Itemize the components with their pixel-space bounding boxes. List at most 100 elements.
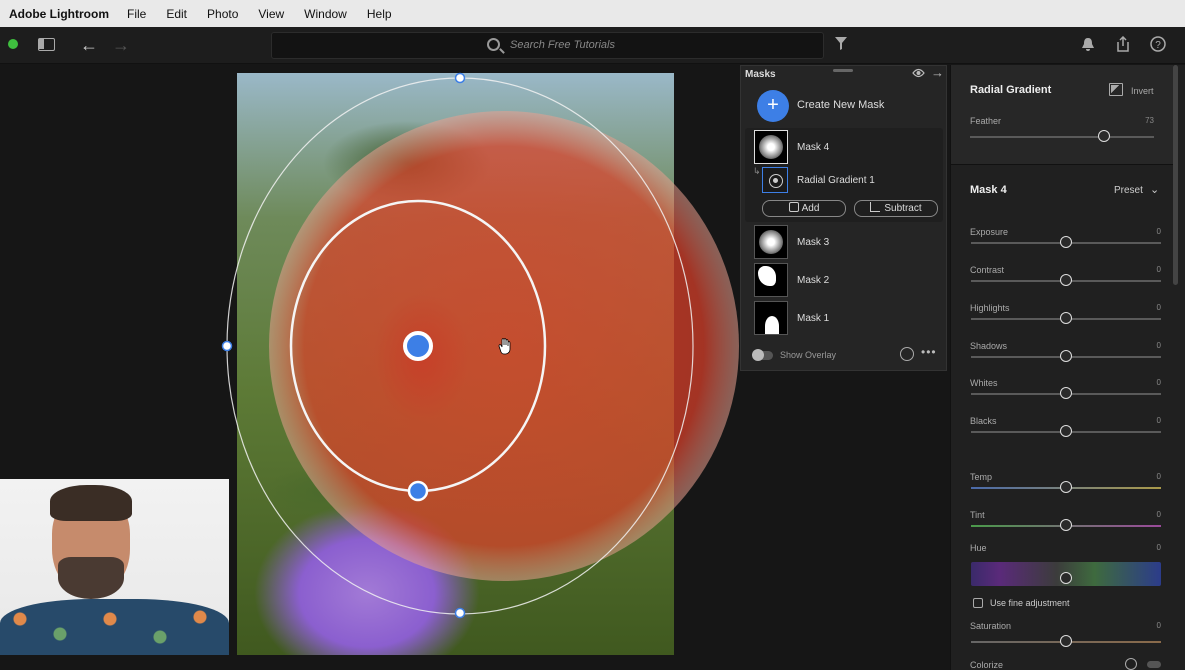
colorize-swatch-icon[interactable] [1125, 658, 1137, 670]
shadows-slider-thumb[interactable] [1060, 350, 1072, 362]
highlights-value[interactable]: 0 [1141, 303, 1161, 312]
hue-slider-thumb[interactable] [1060, 572, 1072, 584]
menu-photo[interactable]: Photo [207, 7, 238, 21]
colorize-label: Colorize [970, 660, 1004, 670]
tint-label: Tint [970, 510, 985, 520]
blacks-slider-thumb[interactable] [1060, 425, 1072, 437]
inner-handle-bottom[interactable] [407, 480, 429, 502]
highlights-slider-thumb[interactable] [1060, 312, 1072, 324]
menu-view[interactable]: View [258, 7, 284, 21]
handle-top[interactable] [454, 72, 466, 84]
temp-value[interactable]: 0 [1141, 472, 1161, 481]
contrast-value[interactable]: 0 [1141, 265, 1161, 274]
window-zoom-dot-icon[interactable] [8, 39, 18, 49]
subtract-button-label: Subtract [884, 203, 922, 214]
edit-panel: Radial Gradient Invert Feather 73 Mask 4… [950, 65, 1185, 670]
invert-checkbox-icon[interactable] [1109, 83, 1123, 96]
hue-label: Hue [970, 543, 987, 553]
nested-connector-icon: ↳ [753, 166, 761, 176]
tint-value[interactable]: 0 [1141, 510, 1161, 519]
radial-gradient-section: Radial Gradient Invert Feather 73 [951, 65, 1173, 165]
whites-label: Whites [970, 378, 998, 388]
more-options-icon[interactable]: ••• [921, 345, 937, 359]
panel-drag-handle[interactable] [833, 69, 853, 72]
saturation-value[interactable]: 0 [1141, 621, 1161, 630]
whites-slider-thumb[interactable] [1060, 387, 1072, 399]
mask-4-title: Mask 4 [970, 184, 1007, 196]
feather-track[interactable] [970, 136, 1154, 138]
webcam-hair [50, 485, 132, 521]
mask-2-label[interactable]: Mask 2 [797, 275, 829, 286]
invert-checkbox-mark [1111, 85, 1120, 93]
mask-3-thumbnail[interactable] [754, 225, 788, 259]
create-new-mask-button[interactable]: + [757, 90, 789, 122]
exposure-value[interactable]: 0 [1141, 227, 1161, 236]
close-panel-arrow-icon[interactable]: → [931, 65, 944, 80]
eye-icon[interactable] [912, 68, 925, 81]
blacks-value[interactable]: 0 [1141, 416, 1161, 425]
feather-value[interactable]: 73 [1134, 116, 1154, 125]
mask-1-thumbnail[interactable] [754, 301, 788, 335]
mask-3-thumbnail-blob [759, 230, 783, 254]
menu-help[interactable]: Help [367, 7, 392, 21]
invert-label[interactable]: Invert [1131, 86, 1154, 96]
saturation-label: Saturation [970, 621, 1012, 631]
blacks-label: Blacks [970, 416, 997, 426]
forward-arrow-icon[interactable]: → [112, 36, 130, 54]
colorize-toggle[interactable] [1147, 661, 1161, 668]
mask-4-thumbnail[interactable] [754, 130, 788, 164]
overlay-color-icon[interactable] [900, 347, 914, 361]
hue-value[interactable]: 0 [1141, 543, 1161, 552]
menu-bar: Adobe Lightroom File Edit Photo View Win… [0, 0, 1185, 27]
mask-1-thumbnail-shape [765, 316, 779, 334]
back-arrow-icon[interactable]: ← [80, 36, 98, 54]
preset-dropdown[interactable]: Preset [1114, 185, 1143, 196]
highlights-label: Highlights [970, 303, 1010, 313]
menu-edit[interactable]: Edit [166, 7, 187, 21]
masks-panel: Masks → + Create New Mask Mask 4 ↳ Radia… [740, 65, 947, 371]
fine-adjustment-checkbox[interactable] [973, 598, 983, 608]
share-icon[interactable] [1115, 35, 1131, 57]
plus-icon: + [767, 94, 779, 116]
fine-adjustment-label[interactable]: Use fine adjustment [990, 598, 1070, 608]
whites-value[interactable]: 0 [1141, 378, 1161, 387]
add-button[interactable]: Add [762, 200, 846, 217]
panel-icon[interactable] [38, 38, 55, 51]
chevron-down-icon[interactable]: ⌄ [1150, 183, 1159, 196]
subtract-button[interactable]: Subtract [854, 200, 938, 217]
shadows-value[interactable]: 0 [1141, 341, 1161, 350]
exposure-label: Exposure [970, 227, 1009, 237]
search-box[interactable] [271, 32, 824, 59]
bell-icon[interactable] [1081, 37, 1095, 57]
help-icon[interactable]: ? [1150, 36, 1166, 57]
panel-scrollbar[interactable] [1173, 65, 1178, 285]
radial-gradient-1-label[interactable]: Radial Gradient 1 [797, 175, 875, 186]
temp-label: Temp [970, 472, 993, 482]
show-overlay-toggle[interactable] [752, 349, 773, 361]
contrast-slider-thumb[interactable] [1060, 274, 1072, 286]
mask-3-label[interactable]: Mask 3 [797, 237, 829, 248]
tint-slider-thumb[interactable] [1060, 519, 1072, 531]
handle-left[interactable] [221, 340, 233, 352]
mask-2-thumbnail-shape [758, 266, 776, 286]
feather-slider-thumb[interactable] [1098, 130, 1111, 142]
menu-window[interactable]: Window [304, 7, 347, 21]
mask-4-label[interactable]: Mask 4 [797, 142, 829, 153]
mask-2-thumbnail[interactable] [754, 263, 788, 297]
saturation-slider-thumb[interactable] [1060, 635, 1072, 647]
search-input[interactable] [510, 39, 790, 51]
temp-slider-thumb[interactable] [1060, 481, 1072, 493]
create-new-mask-label[interactable]: Create New Mask [797, 99, 884, 111]
radial-gradient-title: Radial Gradient [970, 84, 1052, 96]
menu-file[interactable]: File [127, 7, 146, 21]
exposure-slider-thumb[interactable] [1060, 236, 1072, 248]
app-name: Adobe Lightroom [9, 6, 109, 21]
subtract-mask-icon [870, 202, 881, 212]
search-icon [487, 38, 500, 51]
handle-bottom[interactable] [454, 607, 466, 619]
webcam-beard [58, 557, 124, 599]
mask-1-label[interactable]: Mask 1 [797, 313, 829, 324]
center-pin[interactable] [403, 331, 433, 361]
radial-gradient-component-icon[interactable] [762, 167, 788, 193]
filter-icon[interactable] [835, 37, 847, 55]
